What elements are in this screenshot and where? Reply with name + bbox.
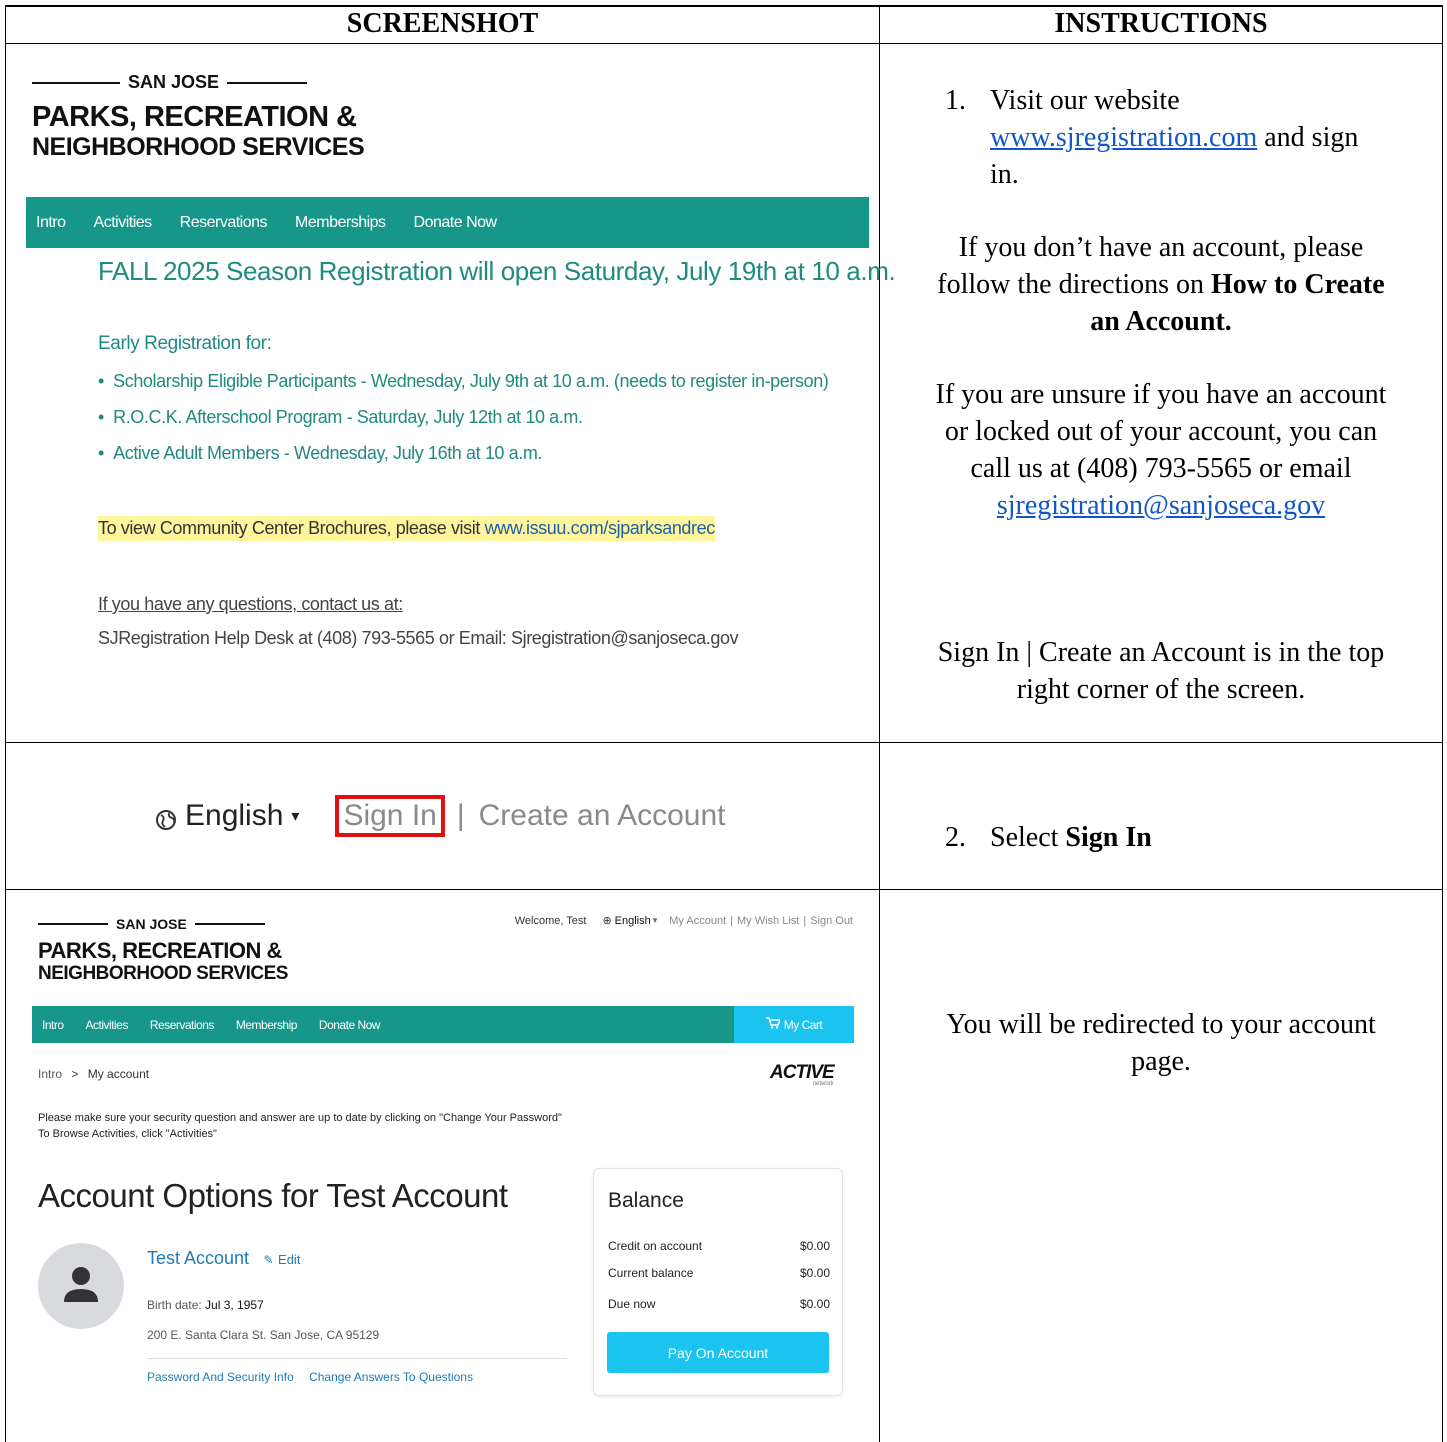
step2-text: Select Sign In xyxy=(990,822,1152,853)
no-account-text: If you don’t have an account, please fol… xyxy=(937,232,1385,337)
welcome-text: Welcome, Test xyxy=(514,914,587,927)
helpdesk-text: SJRegistration Help Desk at (408) 793-55… xyxy=(98,628,739,648)
address: 200 E. Santa Clara St. San Jose, CA 9512… xyxy=(147,1328,380,1342)
brochure-notice: To view Community Center Brochures, plea… xyxy=(98,516,715,541)
sign-out-link[interactable]: Sign Out xyxy=(810,915,853,927)
signin-location-text: Sign In | Create an Account is in the to… xyxy=(937,637,1385,705)
logo-city: SAN JOSE xyxy=(128,72,220,92)
divider xyxy=(147,1358,567,1359)
nav-donate[interactable]: Donate Now xyxy=(414,214,498,232)
header-links: English ▾ Sign In | Create an Account xyxy=(155,795,725,837)
step2-number: 2. xyxy=(945,822,966,853)
list-item: • Scholarship Eligible Participants - We… xyxy=(98,371,829,391)
balance-row: Due now $0.00 xyxy=(608,1297,830,1311)
nav-intro[interactable]: Intro xyxy=(42,1018,64,1032)
balance-rows: Credit on account $0.00 Current balance $0… xyxy=(608,1239,830,1324)
nav-reservations[interactable]: Reservations xyxy=(180,214,268,232)
step1-text: Visit our website www.sjregistration.com… xyxy=(990,85,1359,190)
wish-list-link[interactable]: My Wish List xyxy=(737,915,799,927)
logo-line1: PARKS, RECREATION & xyxy=(32,101,357,133)
page-title: Account Options for Test Account xyxy=(38,1177,508,1214)
brochure-link[interactable]: www.issuu.com/sjparksandrec xyxy=(485,518,716,538)
create-account-link[interactable]: Create an Account xyxy=(479,799,726,833)
step1-number: 1. xyxy=(945,85,966,116)
profile-name-row: Test Account ✎ Edit xyxy=(147,1248,300,1269)
email-link[interactable]: sjregistration@sanjoseca.gov xyxy=(997,490,1325,521)
active-network-logo: ACTIVE network xyxy=(770,1062,835,1087)
nav-activities[interactable]: Activities xyxy=(86,1018,129,1032)
questions-label: If you have any questions, contact us at… xyxy=(98,594,403,614)
list-item: • Active Adult Members - Wednesday, July… xyxy=(98,443,543,463)
pay-on-account-button[interactable]: Pay On Account xyxy=(607,1332,829,1373)
early-title: Early Registration for: xyxy=(98,333,272,354)
main-nav: Intro Activities Reservations Membership… xyxy=(26,197,869,248)
logo-line2: NEIGHBORHOOD SERVICES xyxy=(32,133,365,161)
language-selector-small[interactable]: English xyxy=(615,915,651,927)
balance-row: Credit on account $0.00 xyxy=(608,1239,830,1253)
nav-activities[interactable]: Activities xyxy=(94,214,153,232)
user-icon xyxy=(64,1267,98,1302)
my-account-link[interactable]: My Account xyxy=(669,915,726,927)
chevron-down-icon: ▾ xyxy=(291,808,300,825)
nav-intro[interactable]: Intro xyxy=(36,214,66,232)
account-notice: Please make sure your security question … xyxy=(38,1112,562,1140)
change-answers-link[interactable]: Change Answers To Questions xyxy=(309,1370,473,1384)
birth-date: Birth date: Jul 3, 1957 xyxy=(147,1298,264,1312)
cart-button[interactable]: My Cart xyxy=(734,1006,854,1043)
profile-name: Test Account xyxy=(147,1248,250,1268)
pencil-icon[interactable]: ✎ xyxy=(264,1253,274,1267)
balance-row: Current balance $0.00 xyxy=(608,1266,830,1280)
nav-memberships[interactable]: Memberships xyxy=(295,214,386,232)
password-security-link[interactable]: Password And Security Info xyxy=(147,1370,294,1384)
globe-icon: ⊕ xyxy=(602,915,612,927)
early-list: • Scholarship Eligible Participants - We… xyxy=(98,371,829,479)
redirect-text: You will be redirected to your account p… xyxy=(946,1009,1376,1077)
chevron-down-icon: ▾ xyxy=(652,915,658,925)
account-top-links: Welcome, Test ⊕ English ▾ My Account | M… xyxy=(514,914,853,928)
website-link[interactable]: www.sjregistration.com xyxy=(990,122,1257,153)
avatar xyxy=(38,1243,124,1329)
account-nav: Intro Activities Reservations Membership… xyxy=(32,1006,854,1043)
unsure-text: If you are unsure if you have an account… xyxy=(935,379,1387,521)
signin-link[interactable]: Sign In xyxy=(335,795,445,837)
breadcrumb-current: My account xyxy=(87,1067,150,1081)
breadcrumb-home[interactable]: Intro xyxy=(38,1067,62,1081)
balance-title: Balance xyxy=(608,1189,684,1212)
instructions-header: INSTRUCTIONS xyxy=(1054,8,1268,39)
nav-membership[interactable]: Membership xyxy=(236,1018,298,1032)
account-logo: SAN JOSE PARKS, RECREATION & NEIGHBORHOO… xyxy=(38,916,288,984)
site-logo: SAN JOSE PARKS, RECREATION & NEIGHBORHOO… xyxy=(32,72,365,161)
cart-label: My Cart xyxy=(783,1017,823,1032)
language-selector[interactable]: English xyxy=(185,799,283,833)
balance-card: Balance Credit on account $0.00 Current b… xyxy=(593,1168,843,1396)
separator: | xyxy=(456,799,465,832)
list-item: • R.O.C.K. Afterschool Program - Saturda… xyxy=(98,407,583,427)
cart-icon xyxy=(765,1017,781,1032)
nav-donate[interactable]: Donate Now xyxy=(319,1018,381,1032)
season-headline: FALL 2025 Season Registration will open … xyxy=(98,256,896,286)
screenshot-header: SCREENSHOT xyxy=(346,8,539,39)
account-links: Password And Security Info Change Answer… xyxy=(147,1370,473,1384)
globe-icon xyxy=(155,805,177,830)
edit-link[interactable]: Edit xyxy=(278,1252,300,1267)
breadcrumb: Intro > My account xyxy=(38,1067,150,1081)
nav-reservations[interactable]: Reservations xyxy=(150,1018,215,1032)
